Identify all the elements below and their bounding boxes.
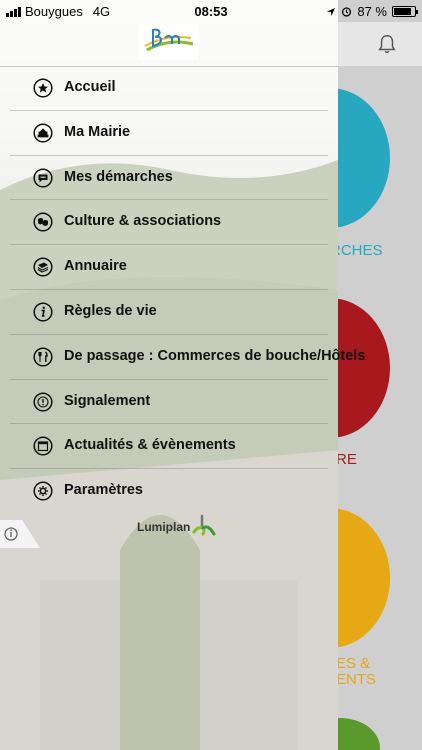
menu-item-label: De passage : Commerces de bouche/Hôtels [64, 347, 366, 364]
chat-icon [33, 168, 53, 188]
star-icon [33, 78, 53, 98]
lumiplan-brand-text: Lumiplan [137, 520, 191, 534]
status-right: 87 % [326, 4, 418, 19]
calendar-icon [33, 436, 53, 456]
townhall-icon [33, 123, 53, 143]
fork-knife-icon [33, 347, 53, 367]
menu-item-de-passage[interactable]: De passage : Commerces de bouche/Hôtels [0, 335, 365, 380]
menu-item-accueil[interactable]: Accueil [0, 66, 338, 111]
menu-item-label: Ma Mairie [64, 123, 131, 140]
menu-item-annuaire[interactable]: Annuaire [0, 245, 338, 290]
info-tab-icon[interactable] [0, 520, 40, 548]
alarm-icon [342, 7, 352, 17]
settings-icon [33, 481, 53, 501]
tile-actualites-label-line1: ES & [336, 655, 371, 672]
menu-item-label: Actualités & évènements [64, 437, 236, 454]
menu-item-regles-de-vie[interactable]: Règles de vie [0, 290, 338, 335]
lumiplan-logo: Lumiplan [137, 514, 216, 540]
masks-icon [33, 212, 53, 232]
menu-item-parametres[interactable]: Paramètres [0, 469, 338, 514]
menu-item-label: Paramètres [64, 482, 143, 499]
menu-item-actualites[interactable]: Actualités & évènements [0, 424, 338, 470]
drawer-menu: Accueil Ma Mairie Mes démarches Culture … [0, 66, 365, 514]
tile-mairie-label: RE [336, 451, 357, 468]
city-logo [139, 24, 199, 60]
battery-icon [392, 6, 418, 17]
menu-item-label: Culture & associations [64, 213, 222, 230]
menu-item-label: Accueil [64, 79, 116, 95]
menu-item-label: Annuaire [64, 258, 127, 275]
book-icon [33, 257, 53, 277]
menu-item-label: Règles de vie [64, 302, 157, 319]
menu-item-culture[interactable]: Culture & associations [0, 200, 338, 246]
battery-percent: 87 % [357, 4, 387, 19]
menu-item-signalement[interactable]: Signalement [0, 380, 338, 425]
info-icon [33, 302, 53, 322]
tile-actualites-label: ES & ENTS [336, 656, 376, 688]
menu-item-label: Mes démarches [64, 168, 173, 185]
lumiplan-mark-icon [192, 514, 216, 536]
location-icon [327, 7, 336, 16]
bell-icon[interactable] [376, 33, 398, 55]
tile-actualites-label-line2: ENTS [336, 671, 377, 688]
status-bar: Bouygues 4G 08:53 87 % [0, 0, 422, 22]
menu-item-mes-demarches[interactable]: Mes démarches [0, 156, 338, 201]
menu-item-ma-mairie[interactable]: Ma Mairie [0, 111, 338, 156]
alert-icon [33, 392, 53, 412]
menu-item-label: Signalement [64, 392, 151, 409]
